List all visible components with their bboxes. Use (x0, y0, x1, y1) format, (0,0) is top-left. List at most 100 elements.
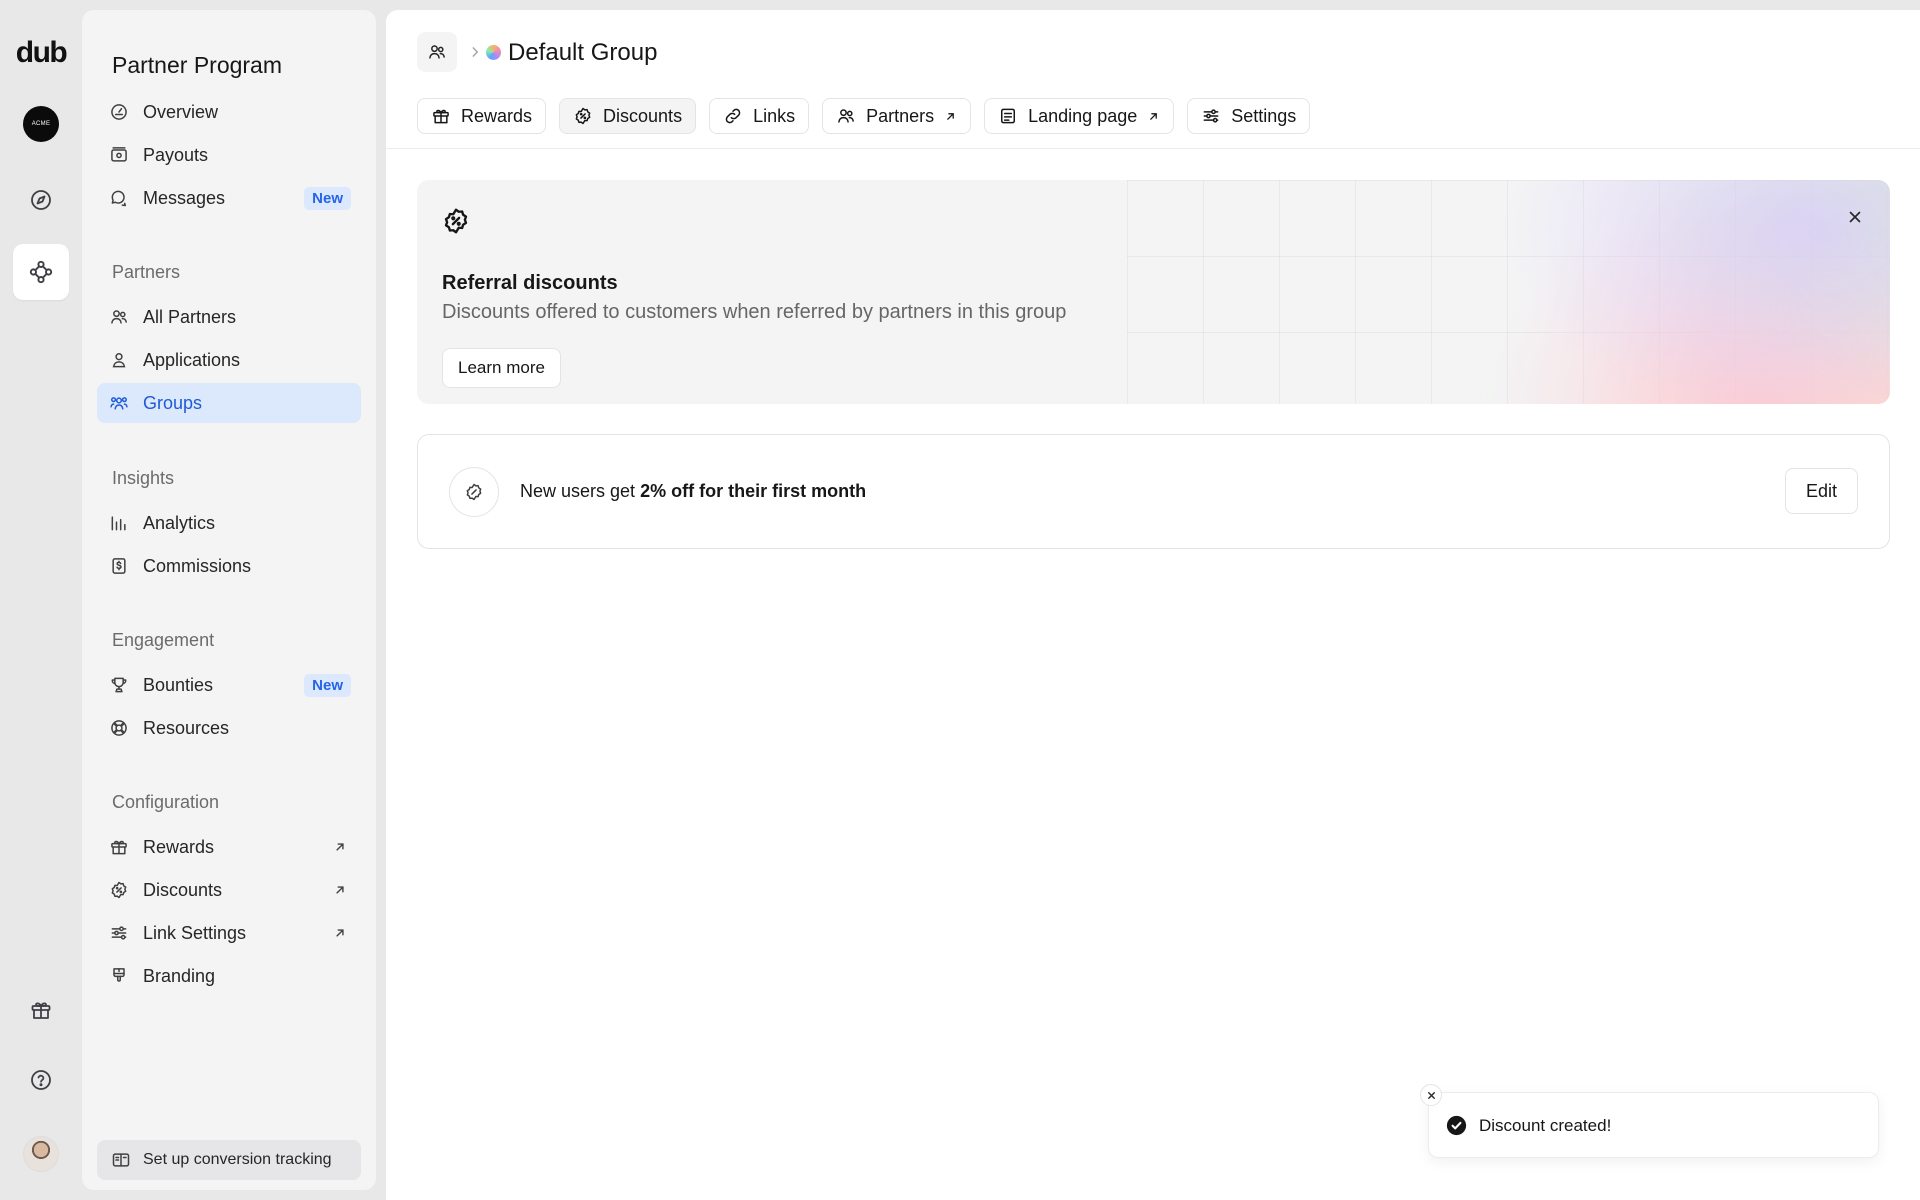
sidebar-item-label: Discounts (143, 879, 223, 900)
app-rail: dub ACME (0, 0, 82, 1200)
rail-compass-button[interactable] (13, 172, 69, 228)
rail-partners-button[interactable] (13, 244, 69, 300)
sidebar-item-payouts[interactable]: Payouts (97, 135, 361, 175)
sidebar-item-label: Branding (143, 965, 216, 986)
book-icon (112, 1153, 130, 1167)
toast-message: Discount created! (1479, 1116, 1612, 1135)
banner-title: Referral discounts (442, 272, 618, 294)
tab-label: Rewards (461, 105, 533, 126)
tab-links[interactable]: Links (709, 98, 810, 134)
section-label-partners: Partners (112, 262, 181, 282)
sidebar-item-applications[interactable]: Applications (97, 340, 361, 380)
section-label-engagement: Engagement (112, 630, 215, 650)
sidebar-item-analytics[interactable]: Analytics (97, 503, 361, 543)
brush-icon (113, 968, 125, 982)
banner-gradient-decoration (1417, 180, 1890, 404)
tab-partners[interactable]: Partners (822, 98, 972, 134)
external-arrow-icon (1150, 112, 1158, 120)
external-arrow-icon (336, 843, 344, 851)
close-icon[interactable] (1846, 208, 1864, 226)
sidebar-item-commissions[interactable]: Commissions (97, 546, 361, 586)
sidebar-item-bounties[interactable]: Bounties New (97, 665, 361, 705)
sidebar-item-label: Resources (143, 717, 230, 738)
workspace-avatar-text: ACME (31, 121, 51, 127)
sidebar-item-all-partners[interactable]: All Partners (97, 297, 361, 337)
page-icon (1001, 108, 1016, 124)
user-avatar[interactable] (23, 1136, 59, 1172)
section-label-configuration: Configuration (112, 792, 220, 812)
sidebar: Partner Program Overview Payouts Message… (82, 10, 376, 1190)
new-badge: New (304, 187, 351, 210)
section-label-insights: Insights (112, 468, 175, 488)
banner-description: Discounts offered to customers when refe… (442, 301, 1067, 323)
sidebar-item-resources[interactable]: Resources (97, 708, 361, 748)
sidebar-item-groups[interactable]: Groups (97, 383, 361, 423)
sidebar-item-rewards[interactable]: Rewards (97, 827, 361, 867)
sliders-icon (1203, 109, 1219, 123)
sidebar-item-label: Applications (143, 349, 241, 370)
messages-icon (111, 190, 126, 207)
external-arrow-icon (336, 929, 344, 937)
setup-button-label: Set up conversion tracking (143, 1151, 332, 1168)
group-color-dot (486, 45, 501, 60)
main-content: Default Group Rewards Discounts Links Pa… (386, 10, 1920, 1200)
users-icon (429, 45, 445, 59)
sidebar-item-overview[interactable]: Overview (97, 92, 361, 132)
overview-icon (111, 104, 127, 120)
sidebar-item-label: Bounties (143, 674, 214, 695)
sidebar-item-label: Commissions (143, 555, 252, 576)
sidebar-item-label: Overview (143, 101, 219, 122)
tab-discounts[interactable]: Discounts (559, 98, 697, 134)
dub-logo[interactable]: dub (16, 36, 68, 70)
sidebar-item-label: Messages (143, 187, 226, 208)
sliders-icon (111, 926, 127, 940)
gift-icon (433, 109, 449, 124)
external-arrow-icon (336, 886, 344, 894)
discount-amount: 2% off (640, 481, 695, 501)
discount-description: New users get 2% off for their first mon… (520, 481, 866, 502)
groups-breadcrumb-button[interactable] (417, 32, 457, 72)
discount-icon (466, 483, 482, 501)
workspace-avatar[interactable]: ACME (23, 106, 59, 142)
lifebuoy-icon (111, 720, 127, 736)
rail-help-button[interactable] (13, 1052, 69, 1108)
sidebar-item-branding[interactable]: Branding (97, 956, 361, 996)
sidebar-item-link-settings[interactable]: Link Settings (97, 913, 361, 953)
tab-rewards[interactable]: Rewards (417, 98, 547, 134)
tab-landing-page[interactable]: Landing page (984, 98, 1175, 134)
discount-duration: for their first month (699, 481, 867, 501)
edit-discount-button[interactable]: Edit (1784, 468, 1858, 514)
sidebar-item-label: Rewards (143, 836, 215, 857)
sidebar-item-label: Analytics (143, 512, 216, 533)
sidebar-item-label: Link Settings (143, 922, 247, 943)
chevron-right-icon (472, 47, 479, 57)
tab-settings[interactable]: Settings (1187, 98, 1311, 134)
commissions-icon (112, 558, 126, 574)
sidebar-item-discounts[interactable]: Discounts (97, 870, 361, 910)
tabs-divider (386, 148, 1920, 149)
users-icon (838, 109, 855, 123)
discount-icon (575, 107, 591, 125)
discount-prefix: New users get (520, 481, 636, 501)
sidebar-item-label: Payouts (143, 144, 209, 165)
sidebar-item-messages[interactable]: Messages New (97, 178, 361, 218)
learn-more-button[interactable]: Learn more (442, 348, 561, 388)
compass-icon (31, 190, 51, 210)
check-circle-icon (1446, 1115, 1467, 1136)
tab-label: Partners (866, 105, 935, 126)
trophy-icon (111, 677, 127, 693)
payouts-icon (111, 147, 127, 162)
tab-label: Settings (1231, 105, 1297, 126)
sidebar-item-label: All Partners (143, 306, 237, 327)
rail-gift-button[interactable] (13, 982, 69, 1038)
users-icon (111, 310, 127, 324)
discount-icon-wrap (449, 467, 499, 517)
page-title: Default Group (508, 39, 658, 66)
discount-card: New users get 2% off for their first mon… (417, 434, 1890, 549)
setup-conversion-tracking-button[interactable]: Set up conversion tracking (97, 1140, 361, 1180)
discount-icon (111, 881, 127, 899)
sidebar-item-label: Groups (143, 392, 203, 413)
sidebar-title: Partner Program (112, 52, 283, 78)
network-icon (29, 260, 53, 284)
toast-close-button[interactable] (1420, 1084, 1442, 1106)
